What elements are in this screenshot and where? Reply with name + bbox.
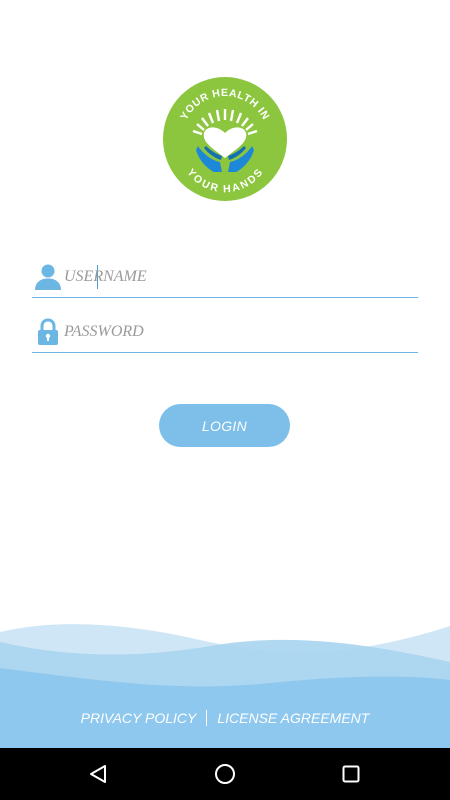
recents-button[interactable] bbox=[321, 748, 381, 800]
app-logo: YOUR HEALTH IN YOUR HANDS bbox=[163, 77, 287, 201]
home-button[interactable] bbox=[195, 748, 255, 800]
footer-divider bbox=[206, 710, 208, 726]
license-agreement-link[interactable]: LICENSE AGREEMENT bbox=[217, 710, 369, 726]
system-navigation-bar bbox=[0, 748, 450, 800]
back-triangle-icon bbox=[90, 765, 106, 783]
footer-links: PRIVACY POLICY LICENSE AGREEMENT bbox=[0, 706, 450, 730]
username-field-row bbox=[32, 259, 418, 298]
password-field-row bbox=[32, 314, 418, 353]
lock-icon bbox=[38, 318, 58, 345]
home-circle-icon bbox=[215, 764, 235, 784]
username-input[interactable] bbox=[64, 259, 414, 295]
login-button[interactable]: LOGIN bbox=[159, 404, 290, 447]
user-icon bbox=[35, 264, 61, 290]
recents-square-icon bbox=[342, 765, 360, 783]
password-input[interactable] bbox=[64, 314, 414, 350]
back-button[interactable] bbox=[68, 748, 128, 800]
privacy-policy-link[interactable]: PRIVACY POLICY bbox=[81, 710, 197, 726]
